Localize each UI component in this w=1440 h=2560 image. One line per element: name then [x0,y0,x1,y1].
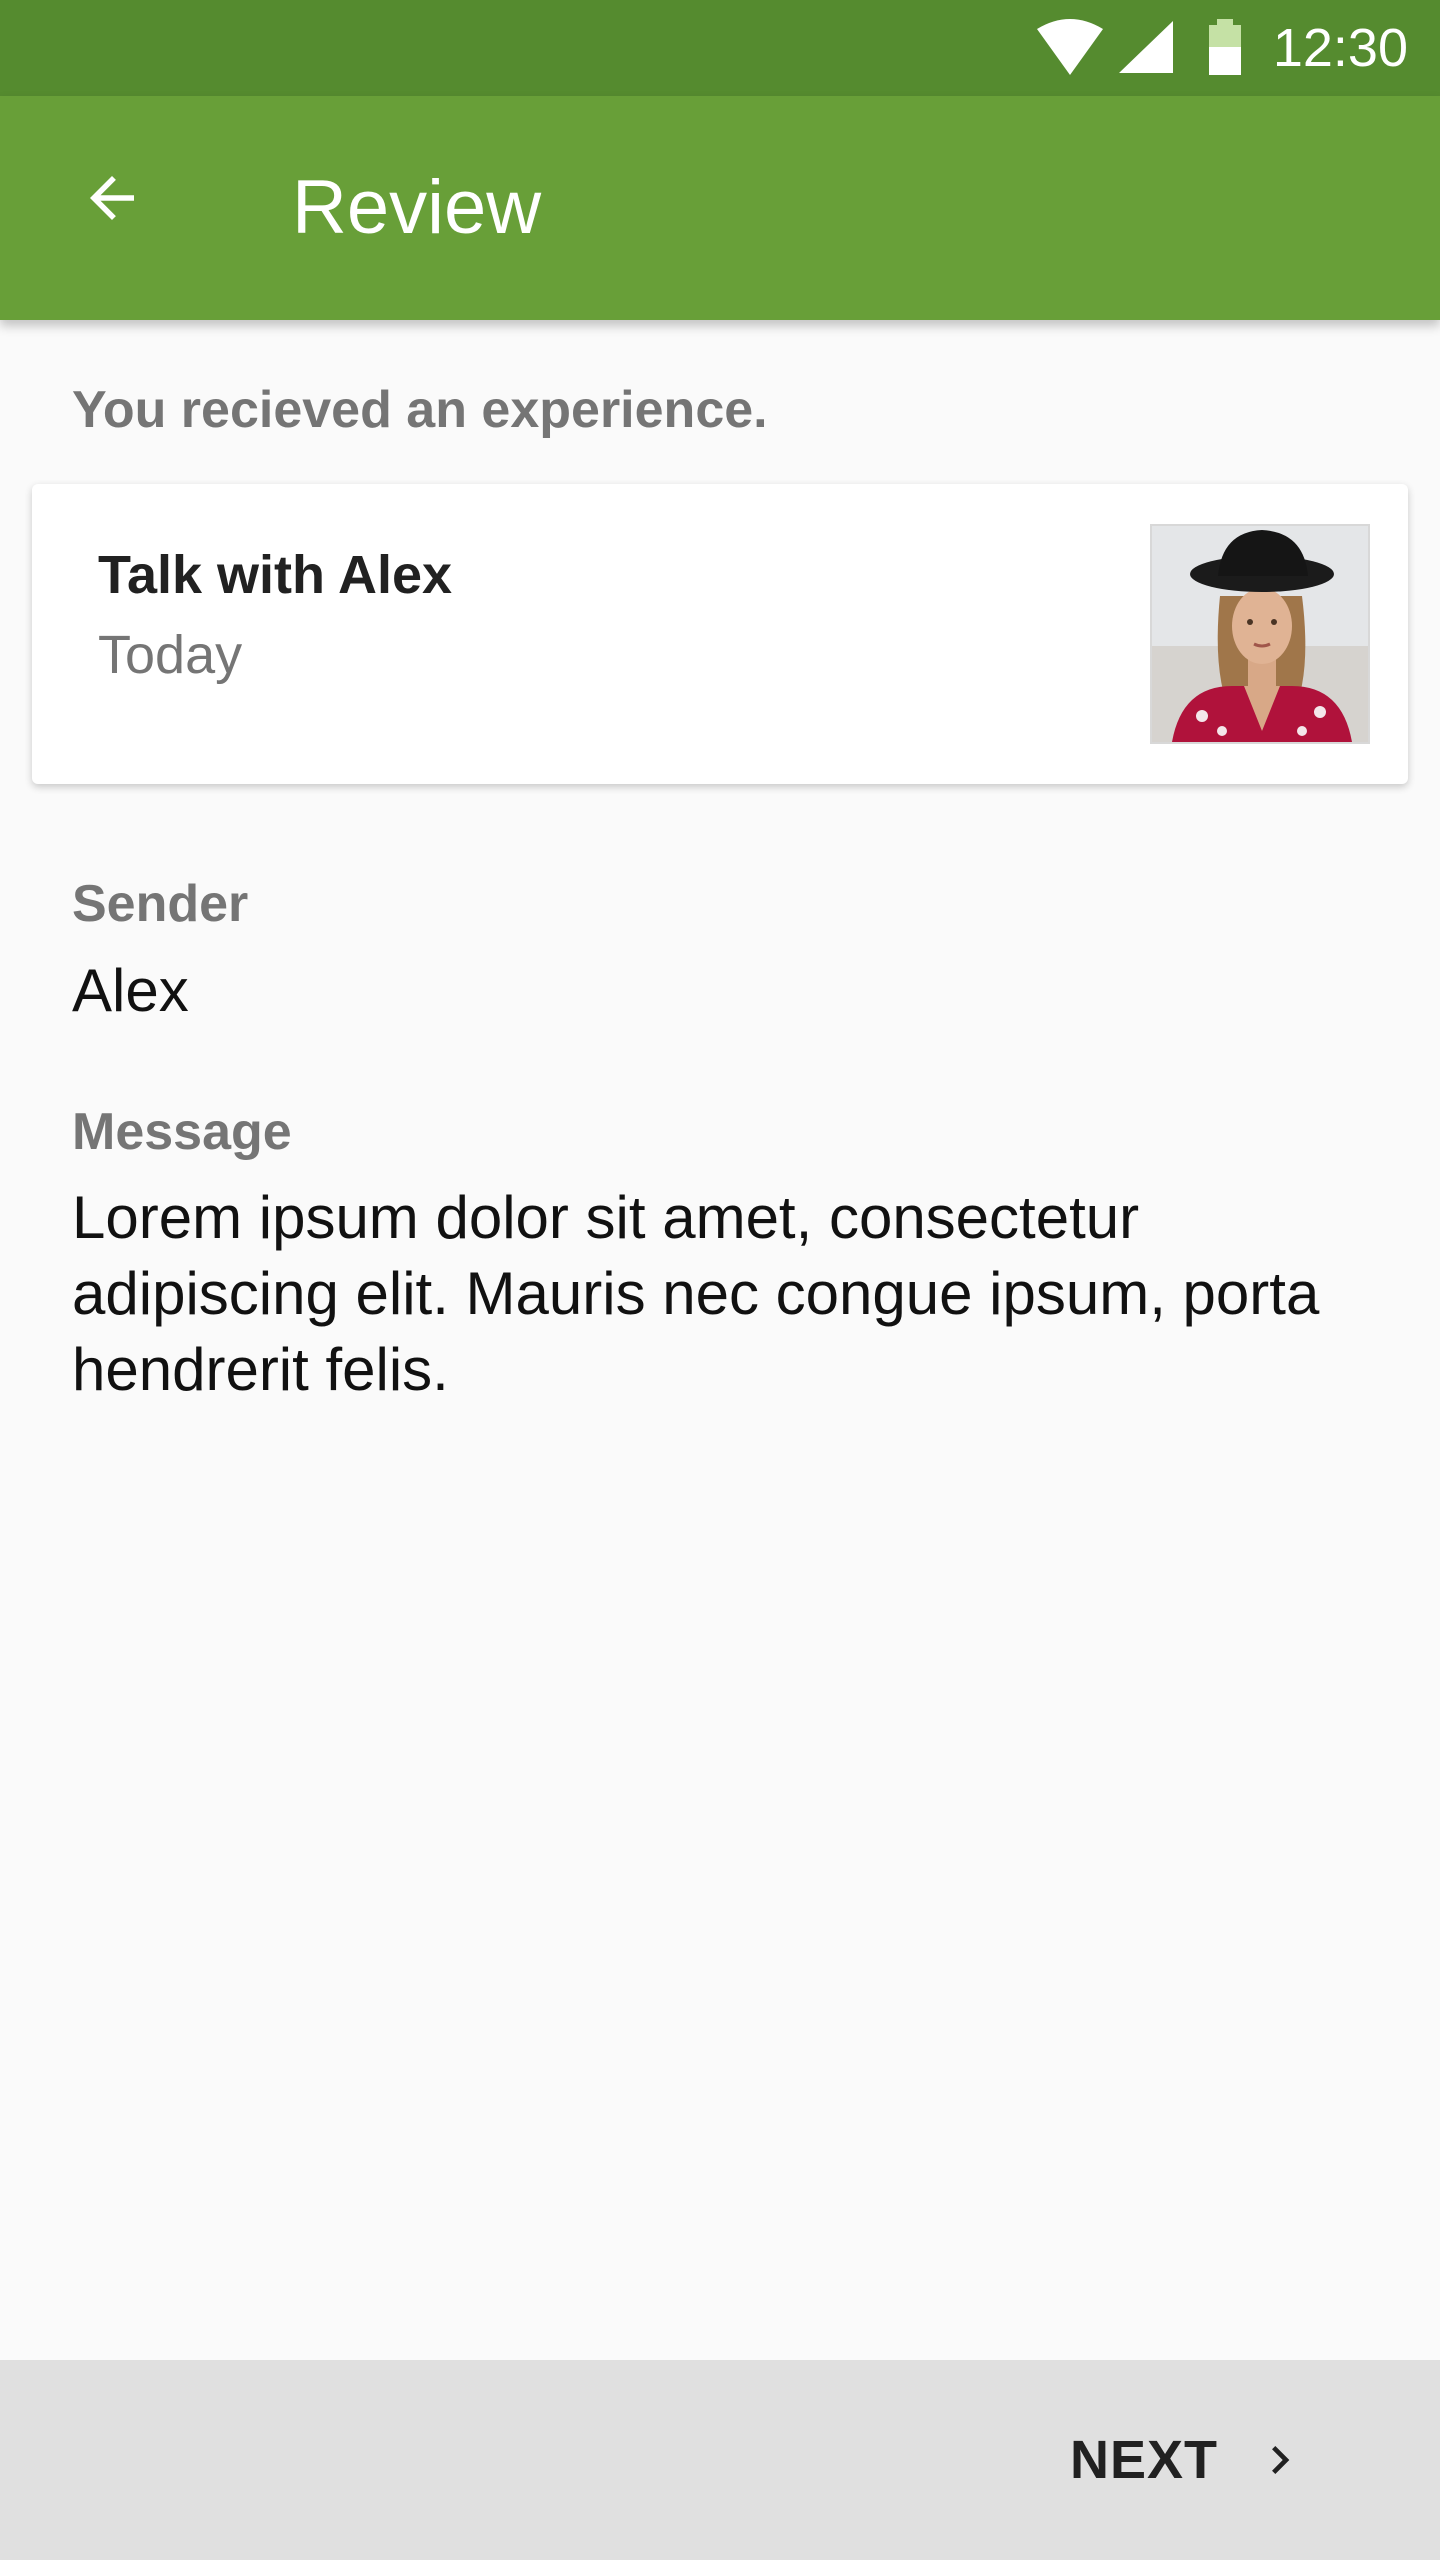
page-title: Review [292,165,542,250]
wifi-icon [1036,19,1103,75]
next-label: NEXT [1069,2430,1218,2490]
card-date: Today [98,625,243,685]
bottom-bar: NEXT [0,2360,1440,2560]
card-title: Talk with Alex [98,545,453,605]
sender-value: Alex [72,957,189,1024]
chevron-right-icon [1272,2446,1290,2474]
battery-icon [1208,19,1241,75]
arrow-back-icon [90,176,134,220]
message-value: Lorem ipsum dolor sit amet, consectetur … [72,1184,1320,1403]
app-bar: Review [0,96,1440,320]
experience-card[interactable]: Talk with Alex Today [32,484,1408,784]
cell-signal-icon [1118,21,1173,73]
status-icons: 12:30 [1035,0,1408,96]
status-time: 12:30 [1272,18,1408,78]
next-button[interactable]: NEXT [1070,2412,1308,2508]
status-bar: 12:30 [0,0,1440,96]
sender-label: Sender [72,875,249,933]
intro-text: You recieved an experience. [72,381,768,439]
avatar [1150,524,1370,744]
message-label: Message [72,1103,292,1161]
back-button[interactable] [56,142,168,254]
avatar-photo [1152,526,1368,742]
